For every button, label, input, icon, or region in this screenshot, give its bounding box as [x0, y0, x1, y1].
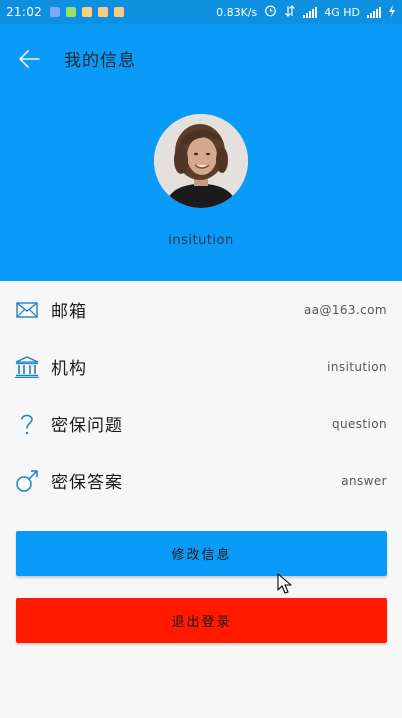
alarm-icon [264, 4, 277, 20]
answer-icon [14, 468, 40, 494]
security-question-label: 密保问题 [51, 416, 123, 436]
signal-icon [303, 6, 318, 18]
info-row-institution[interactable]: 机构 insitution [0, 338, 402, 395]
avatar-photo [154, 114, 248, 208]
mouse-cursor-icon [277, 573, 292, 594]
info-row-email[interactable]: 邮箱 aa@163.com [0, 281, 402, 338]
institution-icon [14, 354, 40, 380]
notification-icon [66, 7, 77, 17]
page-title: 我的信息 [64, 51, 136, 71]
institution-label: 机构 [51, 359, 87, 379]
notification-icon [98, 7, 109, 17]
status-time: 21:02 [6, 5, 43, 19]
edit-info-button[interactable]: 修改信息 [16, 531, 387, 576]
username: insitution [168, 233, 234, 248]
network-type: 4G HD [324, 5, 360, 19]
info-list: 邮箱 aa@163.com 机构 insitution 密保问题 questio… [0, 281, 402, 509]
logout-button[interactable]: 退出登录 [16, 598, 387, 643]
info-row-security-question[interactable]: 密保问题 question [0, 395, 402, 452]
network-speed: 0.83K/s [216, 5, 258, 19]
profile-header: 我的信息 insitution [0, 24, 402, 281]
security-answer-value: answer [341, 473, 387, 488]
notification-icon [50, 7, 61, 17]
status-indicators: 0.83K/s 4G HD [216, 0, 396, 24]
info-row-security-answer[interactable]: 密保答案 answer [0, 452, 402, 509]
email-label: 邮箱 [51, 302, 87, 322]
notification-icon [114, 7, 125, 17]
security-answer-label: 密保答案 [51, 473, 123, 493]
email-value: aa@163.com [303, 302, 387, 317]
back-arrow-icon[interactable] [14, 44, 44, 74]
notification-icon [82, 7, 93, 17]
wifi-signal-icon [367, 6, 381, 18]
avatar[interactable] [154, 114, 248, 208]
question-icon [14, 411, 40, 437]
institution-value: insitution [327, 359, 387, 374]
notification-icons [50, 7, 125, 17]
charging-icon [388, 4, 396, 20]
security-question-value: question [331, 416, 387, 431]
data-transfer-icon [284, 4, 296, 20]
status-bar: 21:02 0.83K/s 4G HD [0, 0, 402, 24]
mail-icon [14, 297, 40, 323]
